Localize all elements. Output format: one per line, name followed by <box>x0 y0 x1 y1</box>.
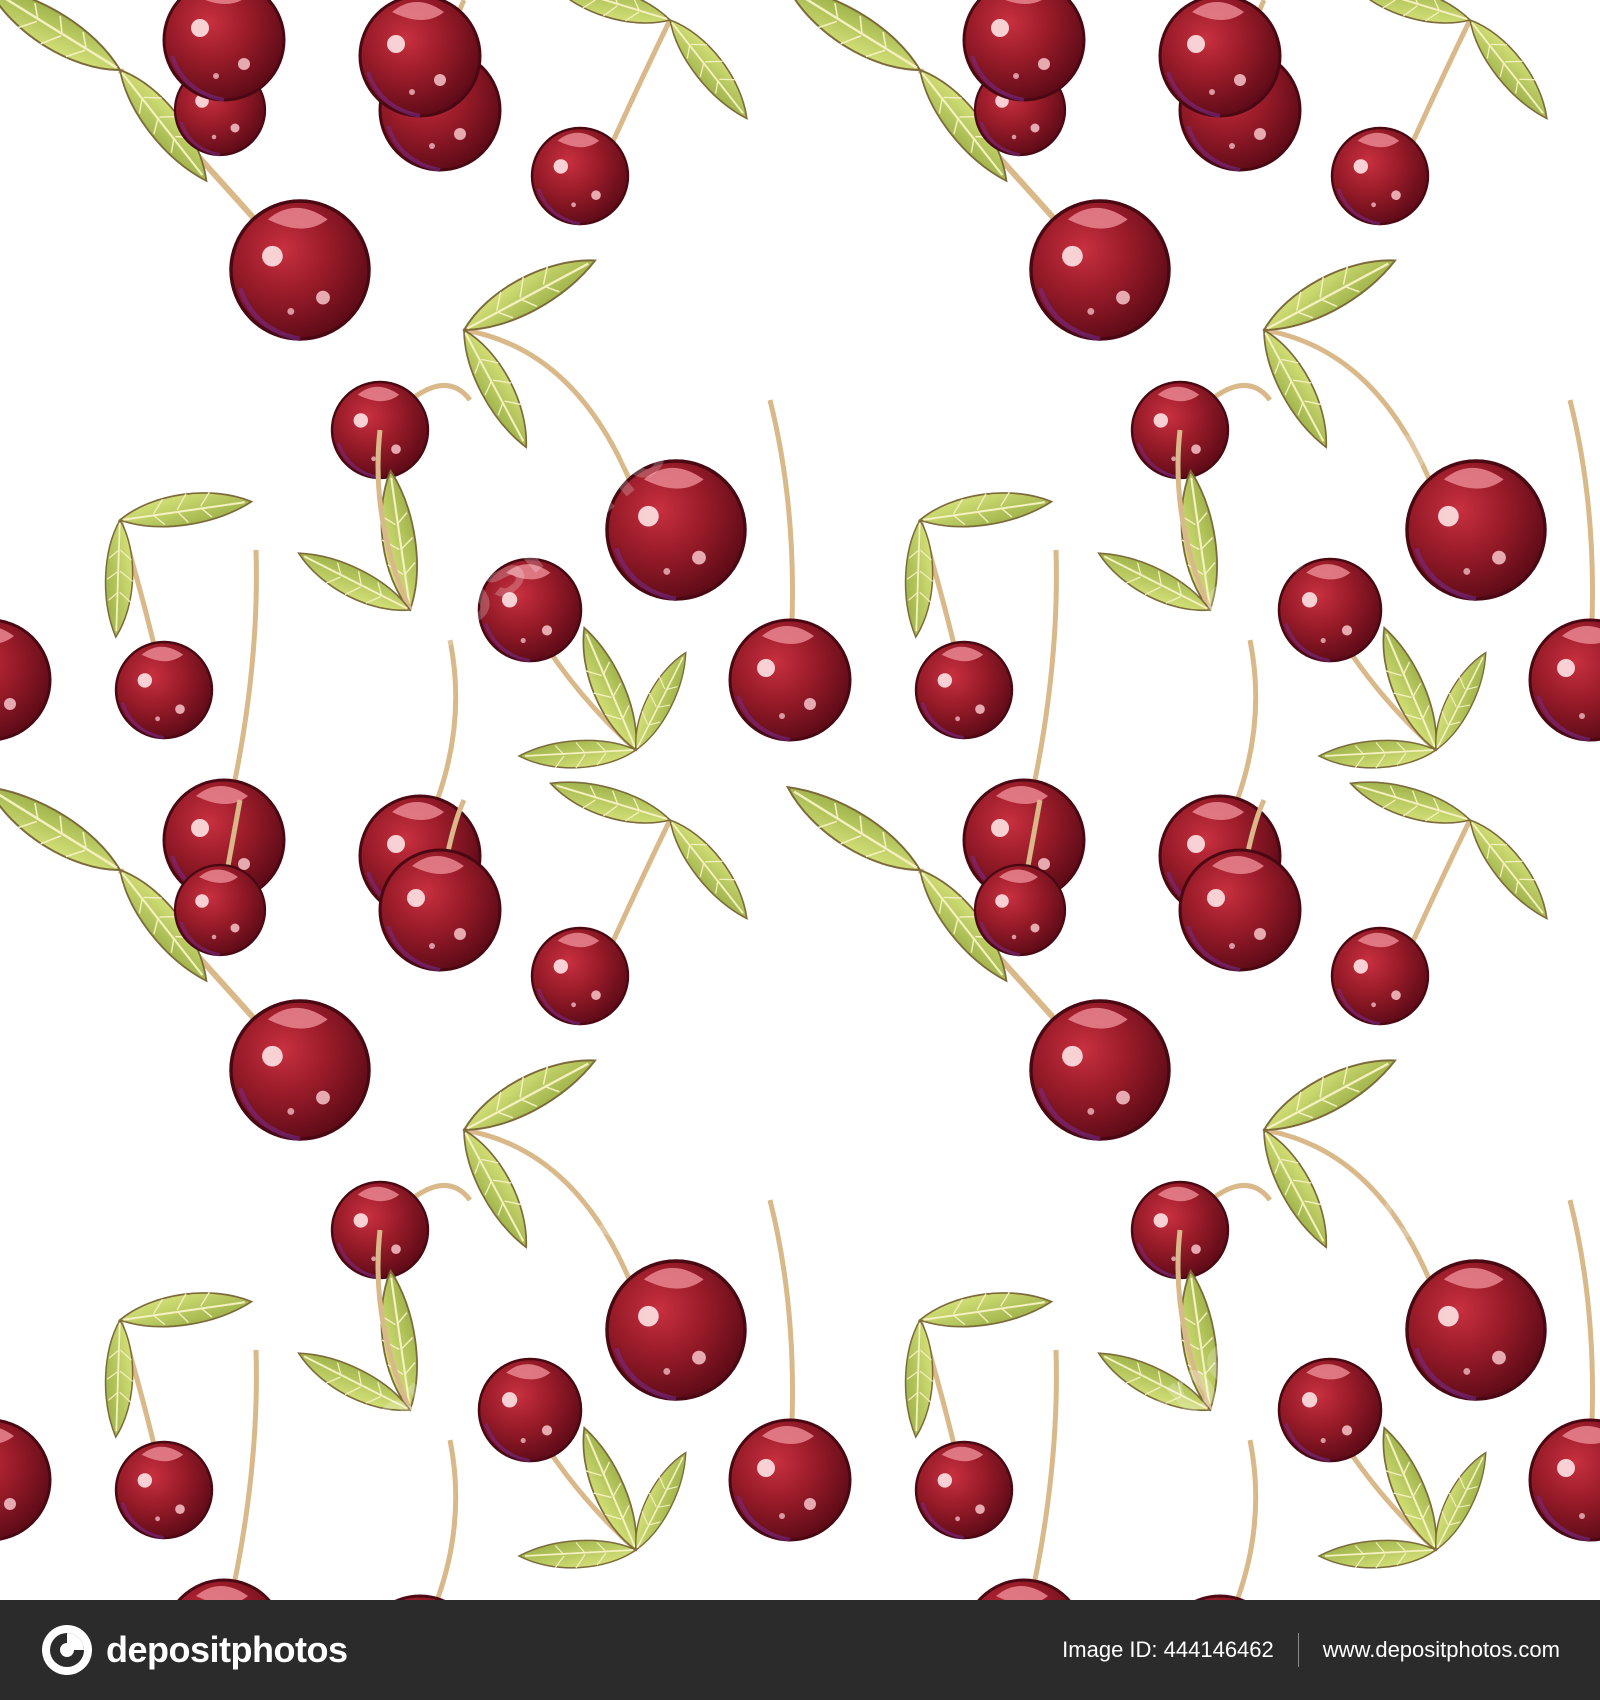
stock-footer-bar: depositphotos Image ID: 444146462 www.de… <box>0 1600 1600 1700</box>
footer-divider <box>1297 1633 1299 1667</box>
brand[interactable]: depositphotos <box>40 1623 348 1677</box>
site-url-link[interactable]: www.depositphotos.com <box>1323 1637 1560 1663</box>
footer-meta: Image ID: 444146462 www.depositphotos.co… <box>1062 1633 1560 1667</box>
cherry-pattern-artwork: depositphotos depositphotos depositphoto… <box>0 0 1600 1600</box>
depositphotos-logo-icon <box>42 1625 92 1675</box>
brand-name: depositphotos <box>106 1629 348 1670</box>
image-id: Image ID: 444146462 <box>1062 1637 1274 1662</box>
